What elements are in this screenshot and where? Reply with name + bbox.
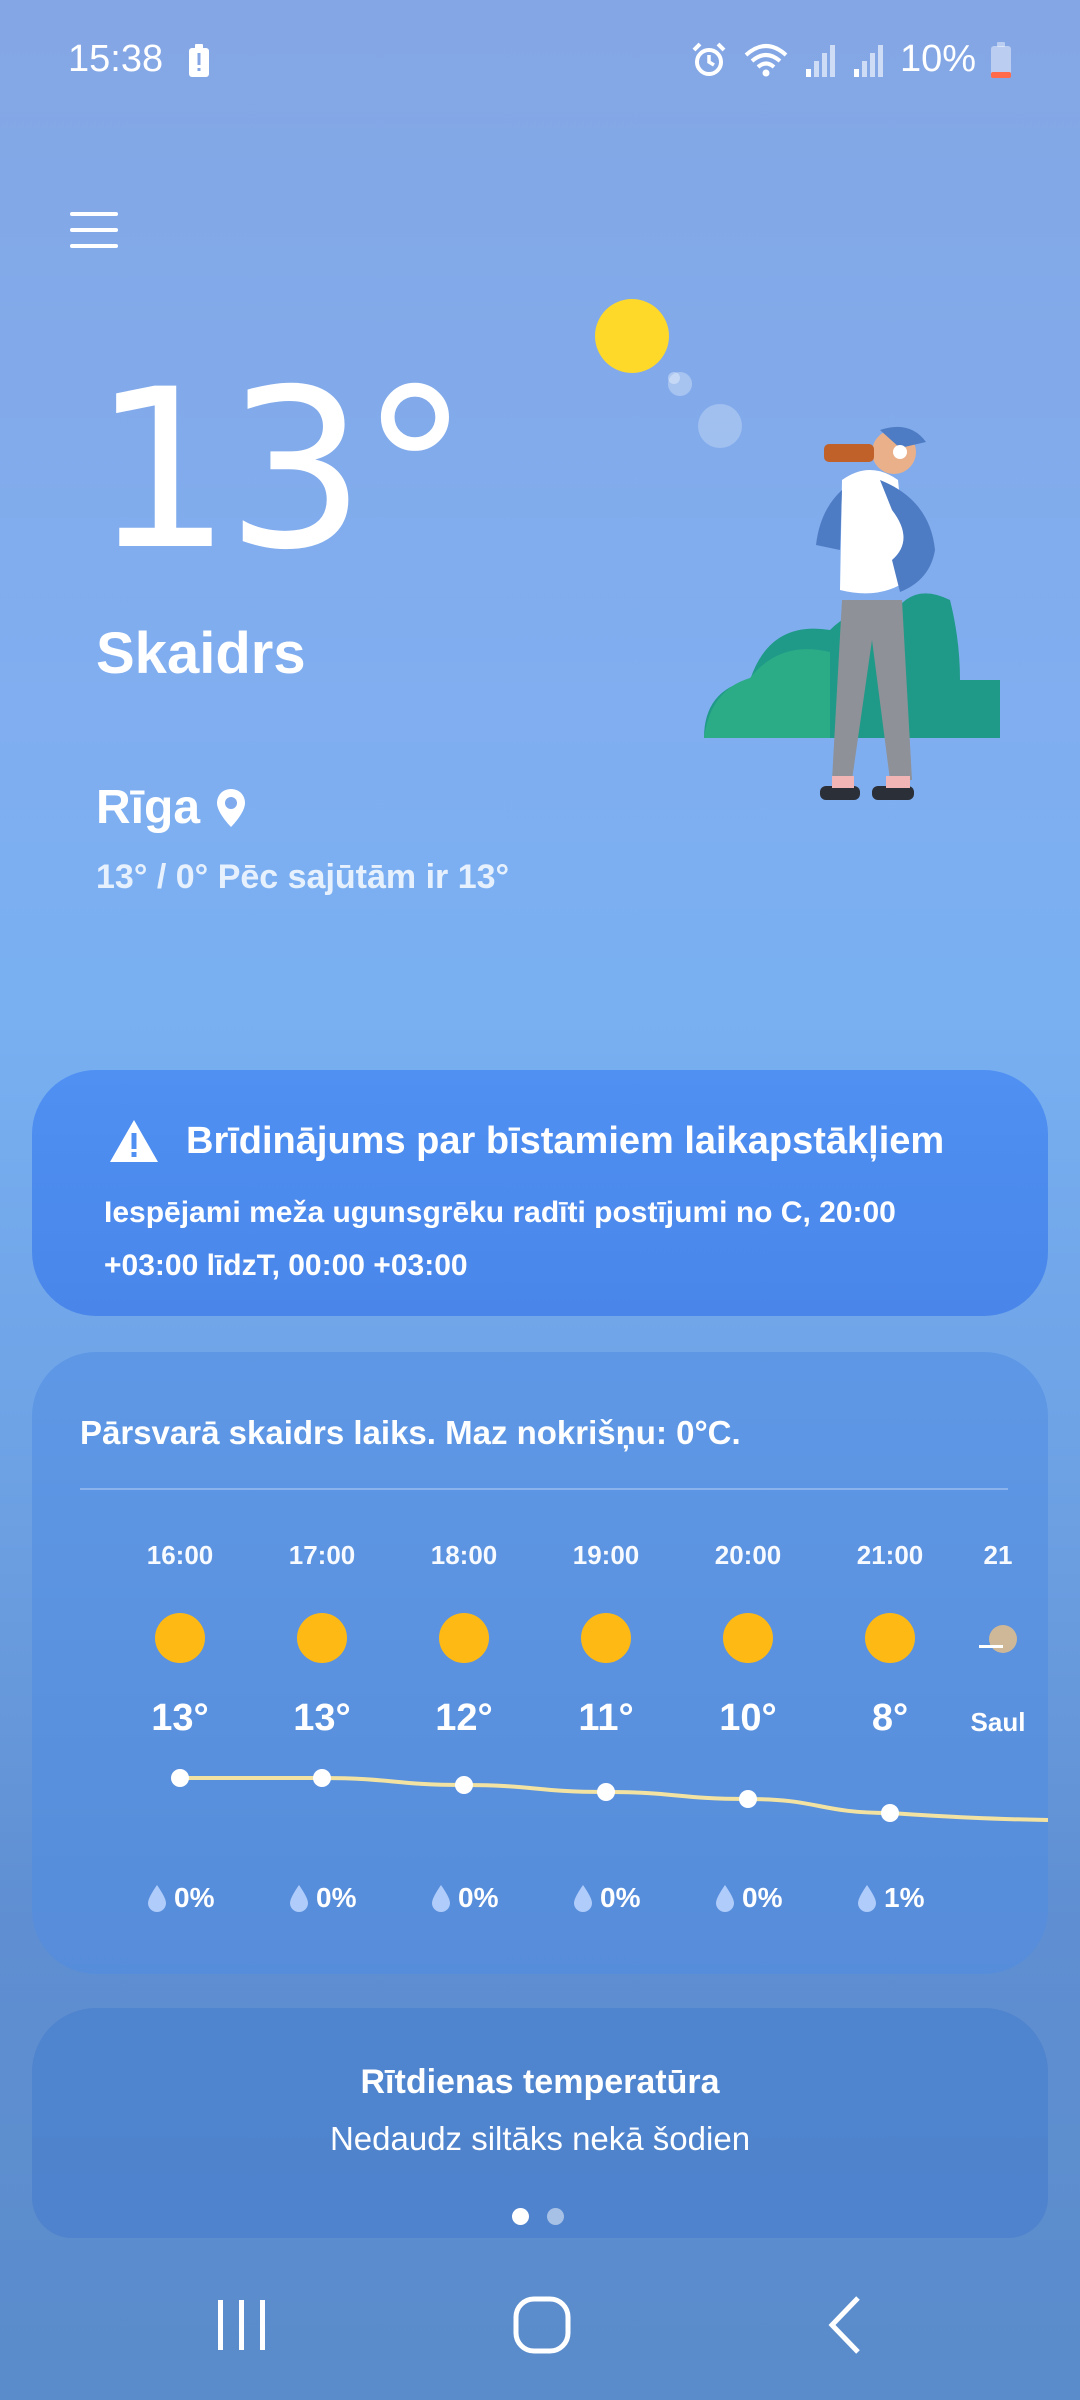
hour-temperature: 13° [151,1697,209,1739]
tomorrow-title: Rītdienas temperatūra [360,2063,720,2101]
curve-point [739,1790,757,1808]
hour-column: 20:00 10° [688,1540,808,1740]
hour-temperature: 13° [293,1697,351,1739]
navigation-bar [0,2240,1080,2400]
location-row[interactable]: Rīga [96,780,248,835]
precipitation-chance: 0% [430,1882,498,1914]
wifi-icon [744,43,788,76]
current-temperature: 13° [92,342,470,598]
page-dot[interactable] [547,2208,564,2225]
precipitation-value: 0% [458,1882,499,1913]
curve-point [881,1804,899,1822]
location-pin-icon [217,788,246,827]
sun-icon [723,1613,773,1663]
hour-time: 18:00 [430,1540,498,1570]
sunset-label: Saul [970,1707,1026,1737]
signal-icon [853,44,883,77]
hamburger-menu-icon[interactable] [64,200,124,260]
precipitation-value: 0% [316,1882,357,1913]
hour-temperature: 11° [578,1697,634,1739]
precipitation-chance: 0% [572,1882,640,1914]
signal-icon [805,44,835,77]
precipitation-chance: 0% [714,1882,782,1914]
hour-time: 21 [983,1540,1013,1570]
hour-temperature: 12° [435,1697,493,1739]
page-indicator [512,2208,564,2225]
min-max-feels-like: 13° / 0° Pēc sajūtām ir 13° [96,858,510,896]
raindrop-icon [148,1885,166,1912]
hour-time: 16:00 [146,1540,214,1570]
raindrop-icon [716,1885,734,1912]
hourly-forecast-card[interactable]: Pārsvarā skaidrs laiks. Maz nokrišņu: 0°… [32,1352,1048,1974]
hour-column-partial: 21 Saul [938,1540,1048,1738]
hour-time: 21:00 [856,1540,924,1570]
city-name: Rīga [96,781,201,834]
battery-percent: 10% [899,38,976,80]
precipitation-chance: 1% [856,1882,924,1914]
warning-icon [110,1120,158,1162]
sun-icon [439,1613,489,1663]
tomorrow-subtitle: Nedaudz siltāks nekā šodien [329,2120,751,2157]
alert-title: Brīdinājums par bīstamiem laikapstākļiem [186,1119,945,1162]
curve-point [171,1769,189,1787]
precipitation-value: 1% [884,1882,925,1913]
status-bar: 15:38 10% [0,0,1080,120]
home-icon[interactable] [502,2290,582,2360]
status-time: 15:38 [68,38,164,80]
alarm-icon [692,42,726,76]
hour-column: 19:00 11° [546,1540,666,1740]
curve-point [313,1769,331,1787]
raindrop-icon [290,1885,308,1912]
hour-time: 19:00 [572,1540,640,1570]
hour-column: 18:00 12° [404,1540,524,1740]
precipitation-value: 0% [600,1882,641,1913]
hour-temperature: 8° [871,1697,909,1739]
hour-column: 17:00 13° [262,1540,382,1740]
precipitation-chance: 0% [288,1882,356,1914]
curve-point [455,1776,473,1794]
curve-point [597,1783,615,1801]
recent-apps-icon[interactable] [202,2290,282,2360]
hour-time: 17:00 [288,1540,356,1570]
page-dot-active[interactable] [512,2208,529,2225]
sun-icon [865,1613,915,1663]
raindrop-icon [432,1885,450,1912]
sunset-icon [979,1625,1017,1653]
tomorrow-temperature-card[interactable]: Rītdienas temperatūra Nedaudz siltāks ne… [32,2008,1048,2238]
weather-illustration [595,299,1000,800]
alert-text: Iespējami meža ugunsgrēku radīti postīju… [104,1196,896,1282]
weather-alert-card[interactable]: Brīdinājums par bīstamiem laikapstākļiem… [32,1070,1048,1316]
sun-icon [297,1613,347,1663]
raindrop-icon [858,1885,876,1912]
sun-illustration [595,299,669,373]
hour-temperature: 10° [719,1697,777,1739]
precipitation-value: 0% [742,1882,783,1913]
precipitation-chance: 0% [146,1882,214,1914]
battery-saver-icon [189,44,209,77]
hour-time: 20:00 [714,1540,782,1570]
back-icon[interactable] [806,2290,886,2360]
raindrop-icon [574,1885,592,1912]
precipitation-value: 0% [174,1882,215,1913]
sun-icon [155,1613,205,1663]
battery-icon [991,41,1011,78]
hour-column: 16:00 13° [120,1540,240,1740]
weather-condition: Skaidrs [96,621,306,686]
sun-icon [581,1613,631,1663]
hour-column: 21:00 8° [830,1540,950,1740]
